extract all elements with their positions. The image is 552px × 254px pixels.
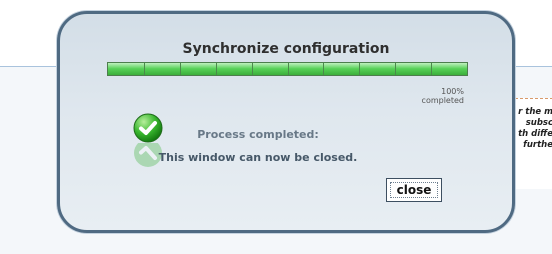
sync-dialog: Synchronize configuration 100% completed…	[57, 11, 515, 233]
progress-segment-divider	[359, 63, 361, 75]
close-instruction: This window can now be closed.	[158, 151, 358, 164]
progress-segment-divider	[215, 63, 217, 75]
progress-segment-divider	[143, 63, 145, 75]
background-note-line: subsc	[525, 118, 552, 128]
progress-segment-divider	[179, 63, 181, 75]
background-note-line: th diffe	[518, 129, 552, 139]
progress-completed-text: completed	[421, 96, 464, 105]
progress-segment-divider	[251, 63, 253, 75]
progress-segment-divider	[323, 63, 325, 75]
background-note-line: r the m	[518, 107, 552, 117]
status-message: Process completed:	[197, 128, 319, 141]
close-button[interactable]: close	[386, 178, 442, 202]
progress-segment-divider	[395, 63, 397, 75]
progress-bar	[107, 62, 468, 76]
progress-segment-divider	[431, 63, 433, 75]
progress-label: 100% completed	[422, 87, 464, 105]
dialog-title: Synchronize configuration	[182, 41, 390, 57]
background-note-line: furthe	[523, 140, 552, 150]
progress-segment-divider	[287, 63, 289, 75]
progress-percent: 100%	[441, 87, 464, 96]
